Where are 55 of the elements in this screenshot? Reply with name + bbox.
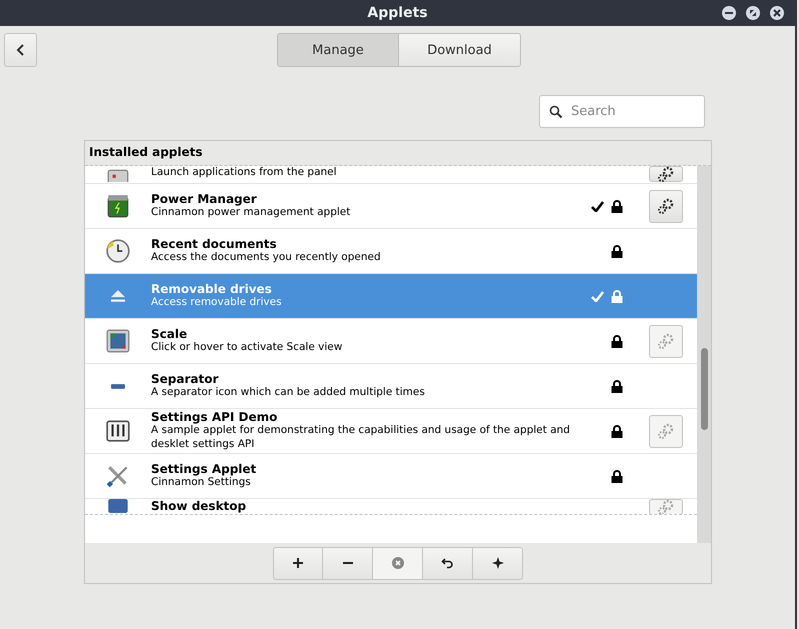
list-header: Installed applets <box>85 141 711 166</box>
applet-description: A separator icon which can be added multiple times <box>151 386 426 400</box>
scrollbar-thumb[interactable] <box>700 348 708 430</box>
applet-description: Launch applications from the panel <box>151 166 338 180</box>
applet-description: Cinnamon Settings <box>151 476 252 490</box>
close-icon[interactable] <box>769 5 785 21</box>
uninstall-icon <box>390 556 404 570</box>
undo-icon <box>440 556 454 570</box>
applet-row[interactable]: Separator A separator icon which can be added multiple times <box>85 364 697 409</box>
gears-icon <box>657 332 675 350</box>
window-title: Applets <box>367 5 428 21</box>
sliders-icon <box>105 418 131 444</box>
add-icon <box>291 556 305 570</box>
tab[interactable]: Manage <box>277 33 399 67</box>
gears-icon <box>657 499 675 514</box>
applet-name: Recent documents <box>151 237 278 252</box>
chevron-left-icon <box>16 43 26 57</box>
applet-name: Settings Applet <box>151 462 258 476</box>
applet-description: Access removable drives <box>151 296 283 310</box>
desktop-icon <box>108 499 128 513</box>
search-field[interactable]: Search <box>539 95 705 128</box>
settings-button[interactable] <box>649 166 683 182</box>
gears-icon <box>657 166 675 182</box>
applet-description: Cinnamon power management applet <box>151 206 352 220</box>
applet-name: Removable drives <box>151 282 273 296</box>
eject-icon <box>111 289 125 303</box>
applet-name: Show desktop <box>151 499 248 513</box>
applet-description: Access the documents you recently opened <box>151 251 382 265</box>
applet-description: A sample applet for demonstrating the capabilities and usage of the applet and desklet settings API <box>151 424 571 452</box>
applet-name: Power Manager <box>151 192 258 206</box>
back-button[interactable] <box>4 33 37 67</box>
battery-icon <box>105 193 131 219</box>
applet-row[interactable]: Power Manager Cinnamon power management applet <box>85 184 697 229</box>
scrollbar[interactable] <box>697 166 711 543</box>
minimize-icon[interactable] <box>721 5 737 21</box>
applet-row[interactable]: Settings API Demo A sample applet for demonstrating the capabilities and usage of the applet and desklet settings API <box>85 409 697 454</box>
applet-name: Separator <box>151 372 220 386</box>
separator-icon <box>111 384 125 388</box>
window-icon <box>105 328 131 354</box>
applet-name: Settings API Demo <box>151 410 278 424</box>
settings-button[interactable] <box>649 190 683 222</box>
search-icon <box>549 105 563 119</box>
applet-row[interactable]: Show desktop <box>85 499 697 515</box>
sparkle-icon <box>490 556 504 570</box>
maximize-icon[interactable] <box>745 5 761 21</box>
clock-icon <box>105 238 131 264</box>
gears-icon <box>657 422 675 440</box>
tab[interactable]: Download <box>399 33 521 67</box>
applet-name: Scale <box>151 327 188 342</box>
applet-row[interactable]: Scale Click or hover to activate Scale view <box>85 319 697 364</box>
gears-icon <box>657 197 675 215</box>
applet-row[interactable]: Settings Applet Cinnamon Settings <box>85 454 697 499</box>
applet-row[interactable]: Launch applications from the panel <box>85 166 697 184</box>
toolbar-button[interactable] <box>273 546 323 580</box>
applet-description: Click or hover to activate Scale view <box>151 341 344 355</box>
